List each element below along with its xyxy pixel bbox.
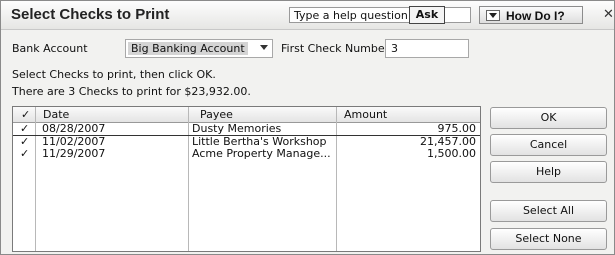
row-payee: Acme Property Manage... (192, 148, 331, 160)
first-check-number-label: First Check Number (281, 42, 390, 55)
chevron-down-icon[interactable] (260, 45, 268, 50)
row-amount: 975.00 (437, 123, 477, 135)
header-payee[interactable]: Payee (200, 107, 233, 122)
bank-account-value: Big Banking Account (128, 42, 248, 55)
checkmark-icon[interactable]: ✓ (20, 123, 29, 135)
table-row[interactable]: ✓ 08/28/2007 Dusty Memories 975.00 (13, 123, 480, 136)
select-none-button[interactable]: Select None (490, 228, 607, 250)
cancel-button[interactable]: Cancel (490, 134, 607, 156)
first-check-number-field[interactable]: 3 (385, 39, 469, 58)
bank-account-label: Bank Account (12, 42, 88, 55)
header-amount[interactable]: Amount (344, 107, 387, 122)
help-button[interactable]: Help (490, 161, 607, 183)
checks-table: ✓ Date Payee Amount ✓ 08/28/2007 Dusty M… (12, 106, 481, 252)
how-do-i-label: How Do I? (506, 9, 565, 23)
dropdown-arrow-icon (486, 10, 500, 21)
table-row[interactable]: ✓ 11/29/2007 Acme Property Manage... 1,5… (13, 148, 480, 160)
header-date[interactable]: Date (43, 107, 69, 122)
how-do-i-button[interactable]: How Do I? (479, 6, 583, 24)
row-amount: 1,500.00 (427, 148, 476, 160)
ask-button[interactable]: Ask (409, 6, 445, 24)
close-icon[interactable]: ✕ (603, 7, 615, 23)
bank-account-select[interactable]: Big Banking Account (125, 39, 273, 58)
checkmark-icon[interactable]: ✓ (20, 148, 29, 160)
row-payee: Dusty Memories (192, 123, 282, 135)
header-check[interactable]: ✓ (21, 107, 30, 122)
table-header: ✓ Date Payee Amount (13, 107, 480, 123)
row-date: 08/28/2007 (42, 123, 106, 135)
row-amount: 21,457.00 (420, 136, 476, 148)
select-checks-dialog: Select Checks to Print Type a help quest… (0, 0, 615, 255)
dialog-title: Select Checks to Print (11, 6, 170, 23)
table-row[interactable]: ✓ 11/02/2007 Little Bertha's Workshop 21… (13, 136, 480, 148)
ok-button[interactable]: OK (490, 107, 607, 129)
row-payee: Little Bertha's Workshop (192, 136, 327, 148)
instruction-text: Select Checks to print, then click OK. (12, 68, 216, 81)
row-date: 11/02/2007 (42, 136, 106, 148)
select-all-button[interactable]: Select All (490, 200, 607, 222)
title-bar: Select Checks to Print Type a help quest… (1, 1, 614, 30)
summary-text: There are 3 Checks to print for $23,932.… (12, 85, 251, 98)
row-date: 11/29/2007 (42, 148, 106, 160)
